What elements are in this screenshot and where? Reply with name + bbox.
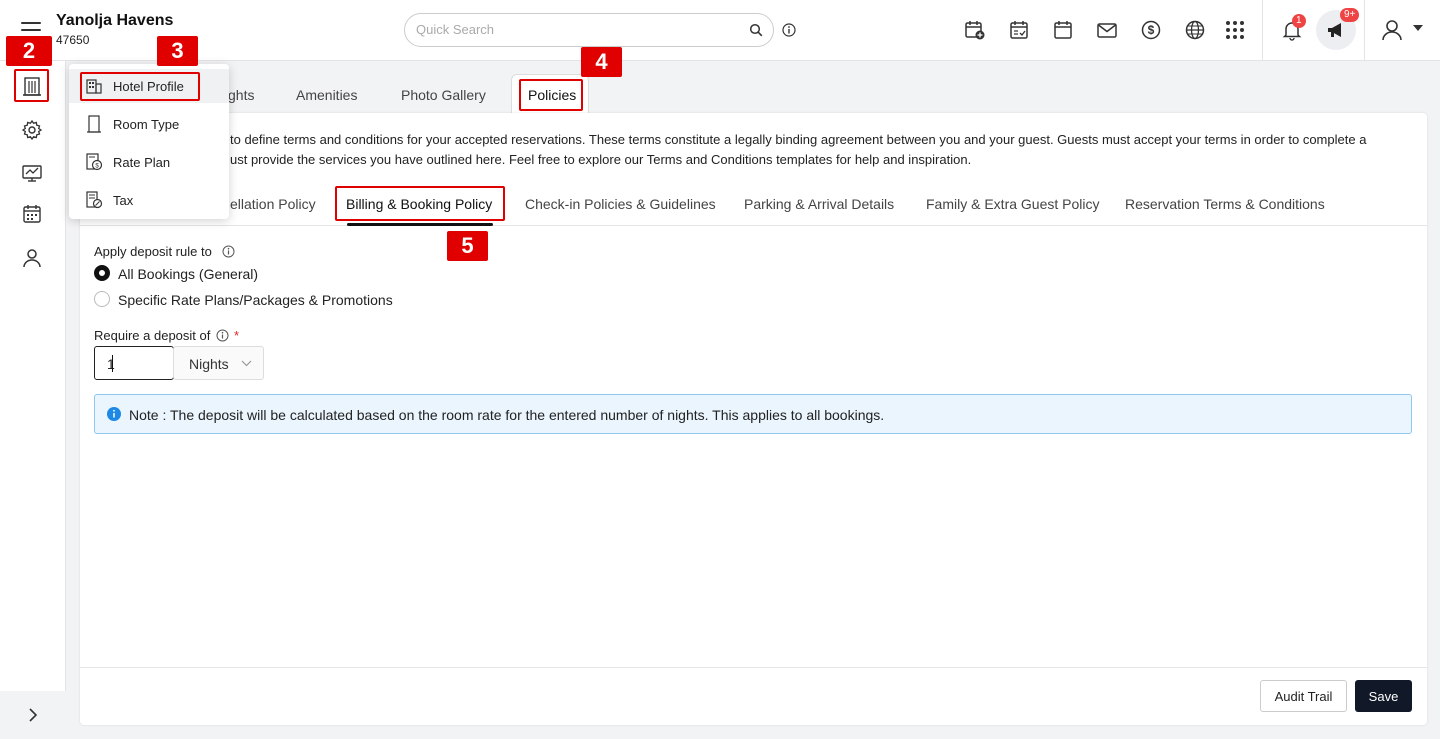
tab-family-extra-guest[interactable]: Family & Extra Guest Policy [926,196,1100,212]
menu-item-label: Rate Plan [113,155,171,170]
footer-divider [80,667,1427,668]
radio-specific-rate-plans-label[interactable]: Specific Rate Plans/Packages & Promotion… [118,292,393,308]
annotation-box-billing [335,186,505,221]
hotel-name: Yanolja Havens [56,12,174,29]
calendar-grid-icon[interactable] [21,203,43,225]
tab-cancellation-policy[interactable]: ellation Policy [230,196,316,212]
annotation-box-sidebar [14,69,49,102]
mail-icon[interactable] [1096,19,1118,41]
deposit-rule-label: Apply deposit rule to [94,244,212,259]
chevron-right-icon [29,708,38,722]
calendar-icon[interactable] [1052,19,1074,41]
rate-plan-icon: $ [86,153,103,171]
deposit-amount-value: 1 [107,356,115,372]
user-icon[interactable] [21,247,43,269]
tax-receipt-icon [86,191,103,209]
tab-parking-arrival[interactable]: Parking & Arrival Details [744,196,894,212]
tab-photo-gallery[interactable]: Photo Gallery [401,87,486,103]
menu-item-label: Room Type [113,117,180,132]
info-filled-icon [107,407,121,421]
annotation-3: 3 [157,36,198,66]
annotation-box-hotel-profile [80,72,200,101]
save-button[interactable]: Save [1355,680,1412,712]
sidebar-expand-button[interactable] [0,691,66,739]
info-icon[interactable] [216,329,229,342]
deposit-unit-select[interactable]: Nights [173,346,264,380]
chevron-down-icon [241,360,252,367]
deposit-amount-input[interactable]: 1 [94,346,174,380]
announcement-badge: 9+ [1340,8,1360,22]
monitor-chart-icon[interactable] [21,162,43,184]
quick-search[interactable] [404,13,774,47]
annotation-4: 4 [581,47,622,77]
radio-all-bookings[interactable] [94,265,110,281]
svg-text:$: $ [1148,23,1155,37]
tab-reservation-terms[interactable]: Reservation Terms & Conditions [1125,196,1325,212]
policy-description-line1: to define terms and conditions for your … [230,132,1367,147]
divider [1364,0,1365,61]
tab-amenities[interactable]: Amenities [296,87,357,103]
menu-item-tax[interactable]: Tax [69,183,229,217]
calendar-check-icon[interactable] [1008,19,1030,41]
tab-highlights[interactable]: ghts [228,87,254,103]
radio-specific-rate-plans[interactable] [94,291,110,307]
required-asterisk: * [234,328,240,343]
notification-badge: 1 [1292,14,1306,28]
menu-item-room-type[interactable]: Room Type [69,107,229,141]
menu-item-rate-plan[interactable]: $ Rate Plan [69,145,229,179]
search-input[interactable] [416,22,736,37]
deposit-note: Note : The deposit will be calculated ba… [94,394,1412,434]
menu-item-label: Tax [113,193,134,208]
sidebar [0,61,66,739]
tabs-divider [80,225,1427,226]
megaphone-icon [1328,23,1341,37]
search-icon[interactable] [749,23,763,37]
globe-icon[interactable] [1184,19,1206,41]
settings-gear-icon[interactable] [21,119,43,141]
deposit-unit-value: Nights [189,356,229,372]
tab-checkin-policies[interactable]: Check-in Policies & Guidelines [525,196,716,212]
radio-all-bookings-label[interactable]: All Bookings (General) [118,266,258,282]
info-icon[interactable] [222,245,235,258]
info-icon[interactable] [782,23,796,37]
annotation-5: 5 [447,231,488,261]
calendar-add-icon[interactable] [964,19,986,41]
top-bar: Yanolja Havens 47650 $ 1 9+ [0,0,1440,61]
audit-trail-button[interactable]: Audit Trail [1260,680,1347,712]
annotation-2: 2 [6,36,52,66]
divider [1262,0,1263,61]
dollar-icon[interactable]: $ [1140,19,1162,41]
user-avatar-icon[interactable] [1380,18,1404,42]
caret-down-icon[interactable] [1413,25,1423,31]
annotation-box-policies [519,79,583,111]
deposit-note-text: Note : The deposit will be calculated ba… [129,407,885,423]
hotel-id: 47650 [56,33,90,47]
apps-grid-icon[interactable] [1224,19,1246,41]
active-tab-indicator [347,223,493,226]
door-icon [87,115,101,133]
policy-description-line2: ust provide the services you have outlin… [230,152,972,167]
text-cursor [112,355,113,372]
deposit-label: Require a deposit of [94,328,211,343]
